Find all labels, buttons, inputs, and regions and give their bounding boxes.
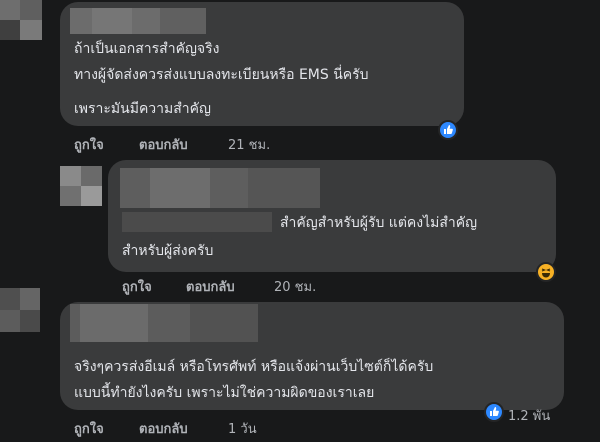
avatar[interactable] [0,288,40,332]
like-icon[interactable] [484,402,504,422]
like-icon[interactable] [438,120,458,140]
avatar[interactable] [0,0,42,40]
comment-timestamp[interactable]: 21 ชม. [228,134,270,155]
comment-timestamp[interactable]: 20 ชม. [274,276,316,297]
haha-icon[interactable] [536,262,556,282]
comment-text-line: แบบนี้ทำยังไงครับ เพราะไม่ใช่ความผิดของเ… [74,385,375,401]
reply-button[interactable]: ตอบกลับ [139,418,188,439]
like-button[interactable]: ถูกใจ [122,276,152,297]
like-button[interactable]: ถูกใจ [74,418,104,439]
reply-button[interactable]: ตอบกลับ [139,134,188,155]
like-button[interactable]: ถูกใจ [74,134,104,155]
comment-timestamp[interactable]: 1 วัน [228,418,257,439]
comment-text-line: สำหรับผู้ส่งครับ [122,243,214,259]
comment-text-line: สำคัญสำหรับผู้รับ แต่คงไม่สำคัญ [280,215,478,231]
reply-button[interactable]: ตอบกลับ [186,276,235,297]
reaction-count[interactable]: 1.2 พัน [508,405,550,426]
comment-text-line: ทางผู้จัดส่งควรส่งแบบลงทะเบียนหรือ EMS น… [74,67,369,83]
comment-text-line: เพราะมันมีความสำคัญ [74,101,211,117]
avatar[interactable] [60,166,102,206]
